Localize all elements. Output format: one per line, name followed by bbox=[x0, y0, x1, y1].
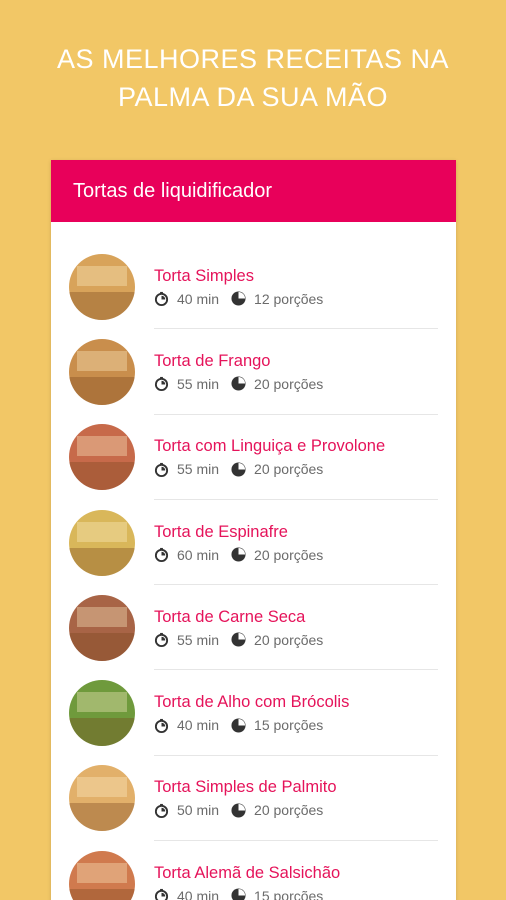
recipe-list-item[interactable]: Torta de Alho com Brócolis 40 min 15 porçõ… bbox=[69, 670, 438, 756]
timer-icon bbox=[154, 888, 169, 900]
recipe-info: Torta Alemã de Salsichão 40 min 15 porções bbox=[154, 863, 438, 900]
recipe-title[interactable]: Torta com Linguiça e Provolone bbox=[154, 436, 438, 456]
headline-line-2: PALMA DA SUA MÃO bbox=[117, 82, 389, 112]
recipe-meta: 55 min 20 porções bbox=[154, 375, 438, 393]
recipe-time: 50 min bbox=[177, 802, 220, 819]
recipe-servings: 15 porções bbox=[254, 887, 324, 900]
recipe-meta: 50 min 20 porções bbox=[154, 801, 438, 819]
recipe-thumbnail bbox=[69, 424, 135, 491]
recipe-servings: 20 porções bbox=[254, 802, 324, 819]
timer-icon bbox=[154, 718, 169, 733]
recipe-time: 55 min bbox=[177, 375, 220, 392]
pie-chart-icon bbox=[231, 547, 246, 562]
timer-icon bbox=[154, 632, 169, 648]
pie-chart-icon bbox=[231, 376, 246, 391]
recipe-thumbnail bbox=[69, 509, 135, 576]
pie-chart-icon bbox=[231, 718, 246, 733]
timer-icon bbox=[154, 803, 169, 818]
recipe-info: Torta de Carne Seca 55 min 20 porções bbox=[154, 607, 438, 649]
recipe-list-item[interactable]: Torta Alemã de Salsichão 40 min 15 porções bbox=[69, 841, 438, 900]
recipe-list-item[interactable]: Torta Simples 40 min 12 porções bbox=[69, 244, 438, 330]
recipe-info: Torta de Frango 55 min 20 porções bbox=[154, 351, 438, 393]
recipe-list-item[interactable]: Torta Simples de Palmito 50 min 20 porções bbox=[69, 756, 438, 842]
recipe-list: Torta Simples 40 min 12 porções Torta de Fr… bbox=[51, 222, 456, 900]
recipe-thumbnail bbox=[69, 765, 135, 832]
recipe-time: 40 min bbox=[177, 887, 220, 900]
timer-icon bbox=[154, 376, 169, 392]
recipe-info: Torta de Alho com Brócolis 40 min 15 porçõ… bbox=[154, 692, 438, 734]
recipe-servings: 20 porções bbox=[254, 546, 324, 563]
recipe-list-item[interactable]: Torta de Carne Seca 55 min 20 porções bbox=[69, 585, 438, 671]
recipe-time: 40 min bbox=[177, 290, 220, 307]
recipe-title[interactable]: Torta Alemã de Salsichão bbox=[154, 863, 438, 883]
recipe-list-item[interactable]: Torta de Espinafre 60 min 20 porções bbox=[69, 500, 438, 586]
pie-chart-icon bbox=[231, 888, 246, 900]
recipe-thumbnail bbox=[69, 594, 135, 661]
headline: AS MELHORES RECEITAS NA PALMA DA SUA MÃO bbox=[0, 40, 506, 116]
recipe-title[interactable]: Torta de Espinafre bbox=[154, 522, 438, 542]
timer-icon bbox=[154, 547, 169, 563]
recipe-servings: 12 porções bbox=[254, 290, 324, 307]
recipe-card: Tortas de liquidificador Torta Simples 40… bbox=[51, 160, 456, 900]
recipe-title[interactable]: Torta de Frango bbox=[154, 351, 438, 371]
recipe-servings: 20 porções bbox=[254, 631, 324, 648]
recipe-time: 55 min bbox=[177, 631, 220, 648]
recipe-servings: 20 porções bbox=[254, 375, 324, 392]
recipe-servings: 20 porções bbox=[254, 461, 324, 478]
recipe-meta: 40 min 15 porções bbox=[154, 716, 438, 734]
recipe-list-item[interactable]: Torta com Linguiça e Provolone 55 min 20 p… bbox=[69, 415, 438, 500]
recipe-list-item[interactable]: Torta de Frango 55 min 20 porções bbox=[69, 329, 438, 415]
pie-chart-icon bbox=[231, 462, 246, 477]
recipe-thumbnail bbox=[69, 338, 135, 405]
timer-icon bbox=[154, 462, 169, 477]
recipe-thumbnail bbox=[69, 253, 135, 320]
timer-icon bbox=[154, 291, 169, 307]
recipe-info: Torta Simples de Palmito 50 min 20 porções bbox=[154, 777, 438, 819]
pie-chart-icon bbox=[231, 291, 246, 306]
recipe-time: 60 min bbox=[177, 546, 220, 563]
recipe-info: Torta Simples 40 min 12 porções bbox=[154, 266, 438, 308]
recipe-title[interactable]: Torta de Alho com Brócolis bbox=[154, 692, 438, 712]
recipe-title[interactable]: Torta Simples de Palmito bbox=[154, 777, 438, 797]
recipe-time: 55 min bbox=[177, 461, 220, 478]
recipe-thumbnail bbox=[69, 680, 135, 747]
recipe-meta: 55 min 20 porções bbox=[154, 460, 438, 478]
pie-chart-icon bbox=[231, 803, 246, 818]
recipe-info: Torta com Linguiça e Provolone 55 min 20 p… bbox=[154, 436, 438, 478]
recipe-meta: 60 min 20 porções bbox=[154, 546, 438, 564]
headline-line-1: AS MELHORES RECEITAS NA bbox=[56, 44, 450, 74]
recipe-info: Torta de Espinafre 60 min 20 porções bbox=[154, 522, 438, 564]
recipe-meta: 40 min 12 porções bbox=[154, 290, 438, 308]
category-header: Tortas de liquidificador bbox=[51, 160, 456, 222]
recipe-meta: 55 min 20 porções bbox=[154, 631, 438, 649]
recipe-title[interactable]: Torta Simples bbox=[154, 266, 438, 286]
recipe-servings: 15 porções bbox=[254, 717, 324, 734]
recipe-meta: 40 min 15 porções bbox=[154, 887, 438, 900]
recipe-time: 40 min bbox=[177, 717, 220, 734]
recipe-title[interactable]: Torta de Carne Seca bbox=[154, 607, 438, 627]
recipe-thumbnail bbox=[69, 850, 135, 900]
pie-chart-icon bbox=[231, 632, 246, 647]
